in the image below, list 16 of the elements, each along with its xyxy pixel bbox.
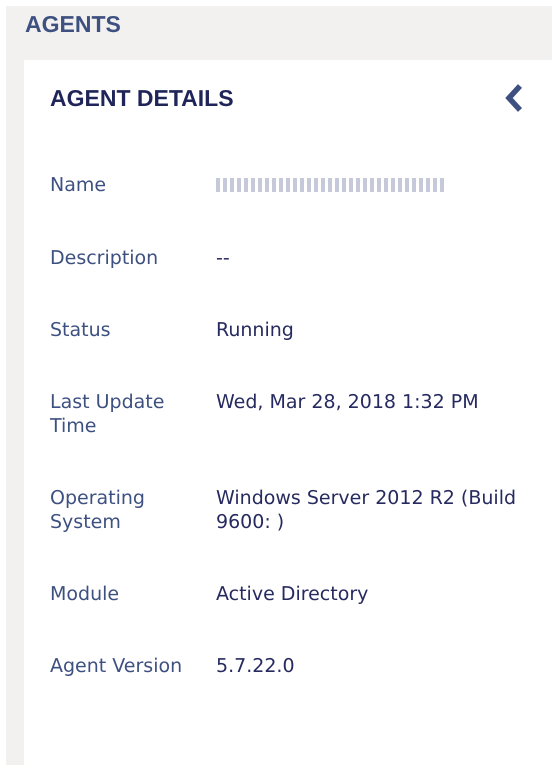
field-value: Active Directory <box>216 582 370 606</box>
field-label: Description <box>50 246 160 270</box>
field-value: -- <box>216 246 231 270</box>
field-value: 5.7.22.0 <box>216 654 296 678</box>
field-label: Agent Version <box>50 654 184 678</box>
panel-title: AGENT DETAILS <box>50 84 234 112</box>
field-label: Last Update Time <box>50 390 166 438</box>
field-label: Operating System <box>50 486 146 534</box>
page-title: AGENTS <box>25 11 121 39</box>
field-value: Wed, Mar 28, 2018 1:32 PM <box>216 390 480 415</box>
field-value: Windows Server 2012 R2 (Build 9600: ) <box>216 486 518 534</box>
field-label: Name <box>50 173 108 198</box>
chevron-left-icon <box>504 83 524 113</box>
field-label: Status <box>50 318 112 342</box>
field-value: Running <box>216 318 295 342</box>
field-label: Module <box>50 582 120 606</box>
